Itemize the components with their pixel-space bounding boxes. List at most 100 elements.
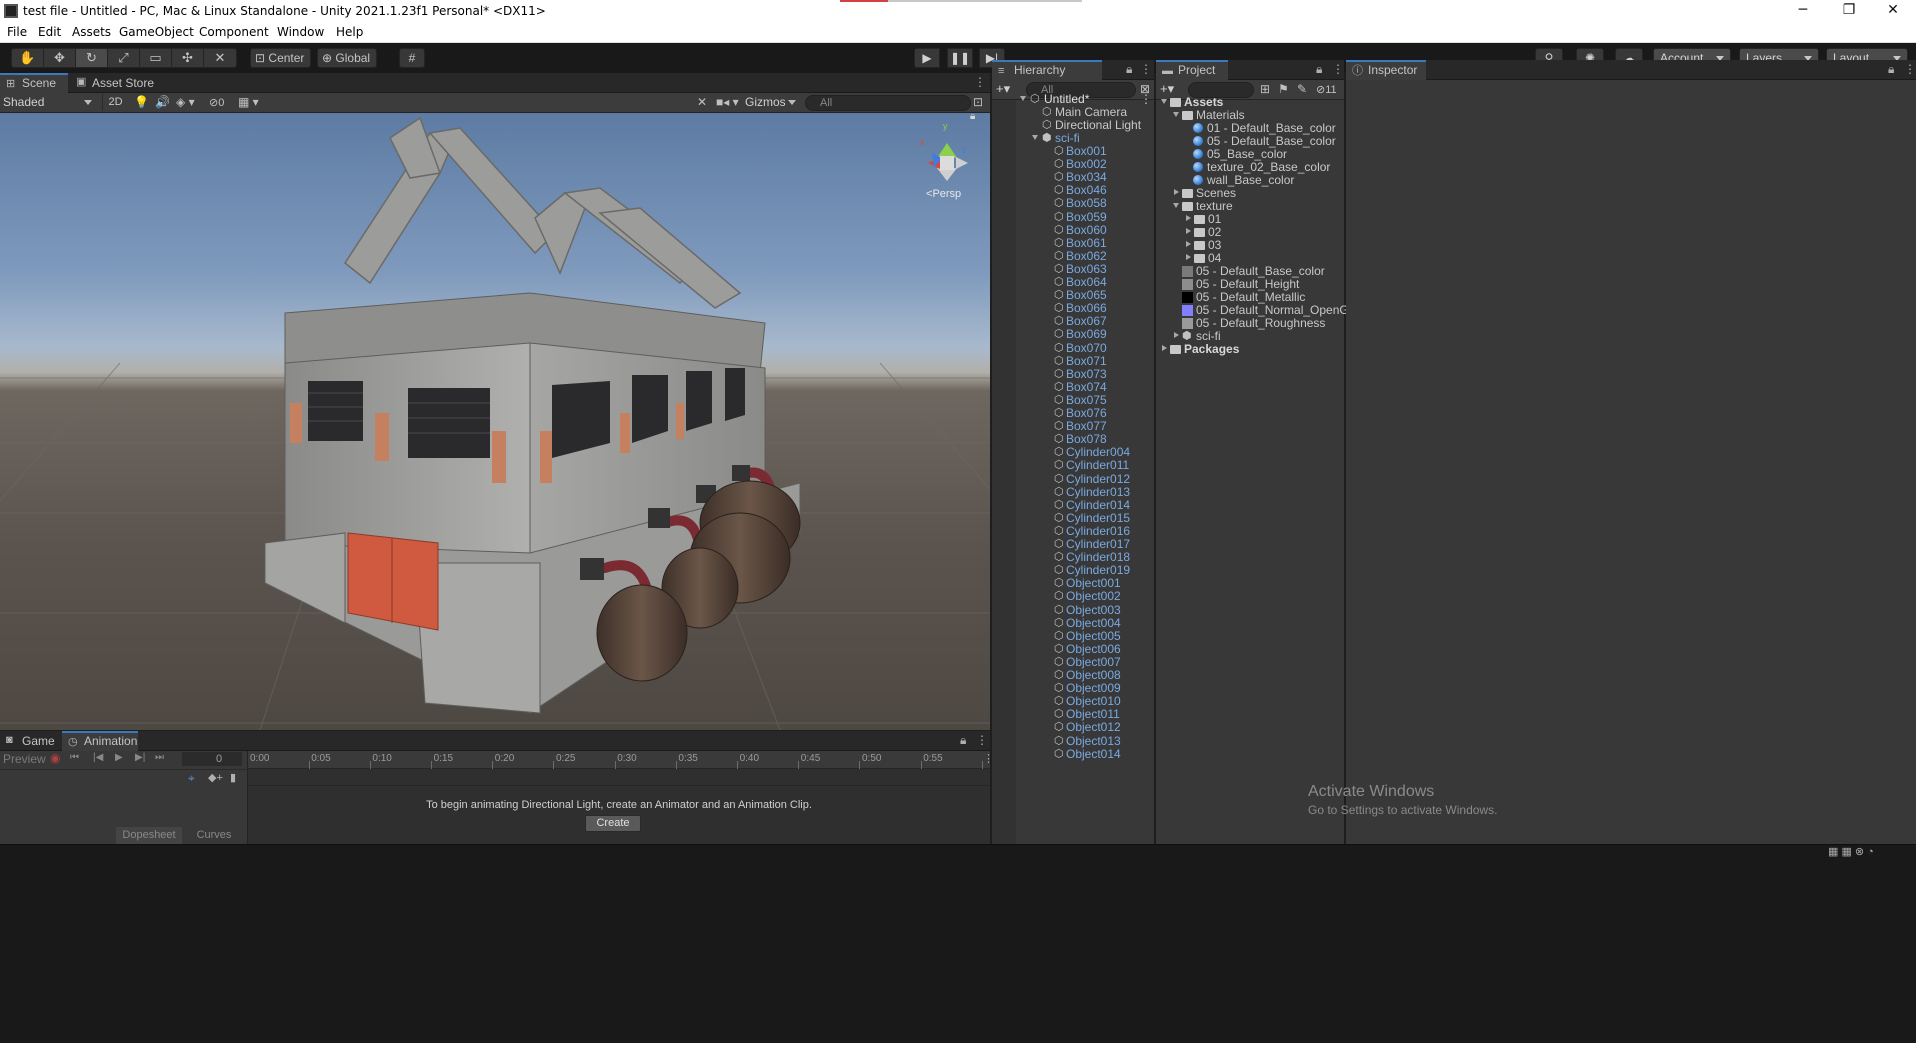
hierarchy-item[interactable]: ⬡ Box060 (992, 223, 1154, 237)
hierarchy-item[interactable]: ⬡ Box066 (992, 302, 1154, 315)
menu-window[interactable]: Window (277, 25, 324, 39)
hierarchy-item[interactable]: ⬡ Cylinder004 (992, 446, 1154, 459)
hand-tool-icon[interactable]: ✋ (12, 49, 44, 67)
audio-icon[interactable]: 🔊 (155, 95, 170, 109)
project-texture-folder[interactable]: texture (1156, 200, 1344, 213)
hierarchy-item[interactable]: ⬡ Box046 (992, 184, 1154, 197)
hierarchy-item[interactable]: ⬡ Cylinder019 (992, 564, 1154, 577)
grid-icon[interactable]: ▦ ▾ (238, 95, 259, 109)
hierarchy-item[interactable]: ⬡ Object009 (992, 682, 1154, 695)
mode-2d-button[interactable]: 2D (102, 94, 128, 111)
pivot-center-button[interactable]: ⊡ Center (250, 48, 312, 68)
project-lock-icon[interactable]: 🔒︎ (1316, 62, 1322, 77)
play-anim-icon[interactable]: ▶ (115, 752, 123, 763)
grid-snap-button[interactable]: # (399, 48, 425, 68)
scene-more-menu-icon[interactable]: ⋮ (1140, 93, 1152, 106)
lighting-icon[interactable]: 💡 (134, 95, 149, 109)
hierarchy-item[interactable]: ⬡ Box078 (992, 433, 1154, 446)
space-global-button[interactable]: ⊕ Global (317, 48, 378, 68)
menu-edit[interactable]: Edit (38, 25, 61, 39)
hierarchy-item[interactable]: ⬡ Object014 (992, 747, 1154, 761)
hierarchy-item[interactable]: ⬡ Cylinder014 (992, 498, 1154, 512)
filter-keyframes-icon[interactable]: ⌖ (188, 771, 195, 786)
hierarchy-lock-icon[interactable]: 🔒︎ (1126, 62, 1132, 77)
hierarchy-item[interactable]: ⬡ Box065 (992, 289, 1154, 302)
gizmos-dropdown[interactable]: Gizmos (741, 94, 799, 111)
play-button[interactable]: ▶ (914, 48, 940, 68)
inspector-more-icon[interactable]: ⋮ (1904, 62, 1916, 76)
hierarchy-item[interactable]: ⬡ Box075 (992, 393, 1154, 407)
menu-component[interactable]: Component (199, 25, 269, 39)
menu-assets[interactable]: Assets (72, 25, 111, 39)
create-animator-button[interactable]: Create (585, 815, 641, 832)
frame-field[interactable]: 0 (182, 752, 242, 766)
transform-tool-icon[interactable]: ✣ (172, 49, 204, 67)
hierarchy-item[interactable]: ⬡ Box058 (992, 197, 1154, 210)
project-texture-subfolder[interactable]: 01 (1156, 213, 1344, 226)
hierarchy-item[interactable]: ⬡ Object006 (992, 642, 1154, 656)
gizmo-lock-icon[interactable]: 🔒︎ (970, 113, 975, 122)
hierarchy-item[interactable]: ⬡ Object008 (992, 669, 1154, 682)
tab-hierarchy[interactable]: ≡ Hierarchy (992, 60, 1102, 80)
project-scenes-folder[interactable]: Scenes (1156, 187, 1344, 200)
menu-help[interactable]: Help (336, 25, 363, 39)
scene-viewport[interactable]: y x z 🔒︎ <Persp (0, 113, 990, 730)
project-packages-folder[interactable]: Packages (1156, 343, 1344, 356)
hierarchy-item[interactable]: ⬡ Cylinder015 (992, 511, 1154, 525)
hierarchy-item[interactable]: ⬡ Object012 (992, 721, 1154, 734)
hierarchy-item[interactable]: ⬡ Cylinder017 (992, 538, 1154, 551)
hierarchy-item[interactable]: ⬡ Cylinder018 (992, 551, 1154, 564)
maximize-scene-icon[interactable]: ⊡ (973, 95, 983, 109)
hierarchy-item[interactable]: ⬡ Box071 (992, 354, 1154, 368)
hierarchy-item[interactable]: ⬡ Cylinder012 (992, 472, 1154, 486)
tab-scene[interactable]: ⊞ Scene (0, 73, 68, 93)
tab-project[interactable]: ▬ Project (1156, 60, 1228, 80)
hidden-packages-toggle[interactable]: ⊘11 (1316, 83, 1337, 96)
hierarchy-item[interactable]: ⬡ Box061 (992, 236, 1154, 250)
hierarchy-item[interactable]: ⬡ Box069 (992, 328, 1154, 341)
tab-game[interactable]: ◙ Game (0, 731, 60, 751)
hierarchy-item[interactable]: ⬡ Box077 (992, 420, 1154, 433)
persp-toggle[interactable]: <Persp (926, 188, 961, 200)
add-event-icon[interactable]: ▮ (230, 771, 236, 784)
hierarchy-item[interactable]: ⬡ Box062 (992, 249, 1154, 263)
hierarchy-item[interactable]: ⬡ Object003 (992, 603, 1154, 617)
hierarchy-item[interactable]: ⬡ Object005 (992, 629, 1154, 643)
preview-toggle[interactable]: Preview (3, 752, 46, 766)
hierarchy-item[interactable]: ⬡ Object007 (992, 655, 1154, 669)
timeline-ruler[interactable]: 0:00 0:05 0:10 0:15 0:20 0:25 0:30 0:35 0:40 0:45… (248, 751, 990, 769)
hierarchy-item[interactable]: ⬡ Cylinder011 (992, 459, 1154, 472)
hierarchy-item[interactable]: ⬡ Box067 (992, 315, 1154, 328)
hierarchy-item[interactable]: ⬡ Cylinder016 (992, 524, 1154, 538)
next-key-icon[interactable]: ▶| (135, 752, 145, 763)
project-add-button[interactable]: +▾ (1160, 81, 1174, 97)
hierarchy-item[interactable]: ⬡ Box074 (992, 380, 1154, 394)
scene-search-input[interactable]: All (805, 95, 971, 111)
add-keyframe-icon[interactable]: ◆+ (208, 771, 223, 784)
custom-tool-icon[interactable]: ✕ (204, 49, 236, 67)
project-texture-subfolder[interactable]: 03 (1156, 239, 1344, 252)
project-texture-subfolder[interactable]: 02 (1156, 226, 1344, 239)
dopesheet-tab[interactable]: Dopesheet (116, 827, 182, 844)
rect-tool-icon[interactable]: ▭ (140, 49, 172, 67)
pause-button[interactable]: ❚❚ (947, 48, 973, 68)
tab-asset-store[interactable]: ▣ Asset Store (70, 73, 166, 93)
hierarchy-item[interactable]: ⬡ Object010 (992, 695, 1154, 708)
project-texture-item[interactable]: 05 - Default_Roughness (1156, 317, 1344, 330)
move-tool-icon[interactable]: ✥ (44, 49, 76, 67)
hierarchy-item[interactable]: ⬡ Object013 (992, 734, 1154, 748)
tools-icon[interactable]: ✕ (697, 95, 707, 109)
close-button[interactable]: ✕ (1870, 0, 1916, 22)
timeline-more-icon[interactable]: ⋮ (983, 752, 994, 765)
prev-key-icon[interactable]: |◀ (93, 752, 103, 763)
animation-lock-icon[interactable]: 🔒︎ (960, 733, 966, 748)
hidden-objects-toggle[interactable]: ⊘0 (209, 96, 224, 109)
hierarchy-item[interactable]: ⬡ Box073 (992, 367, 1154, 381)
hierarchy-more-icon[interactable]: ⋮ (1140, 62, 1152, 76)
favorites-icon[interactable]: ✎ (1297, 82, 1307, 96)
scene-more-icon[interactable]: ⋮ (974, 75, 986, 89)
last-key-icon[interactable]: ⏭ (155, 752, 164, 763)
hierarchy-item[interactable]: ⬡ Object001 (992, 577, 1154, 590)
record-icon[interactable]: ◉ (50, 751, 60, 765)
hierarchy-item[interactable]: ⬡ Box059 (992, 210, 1154, 224)
